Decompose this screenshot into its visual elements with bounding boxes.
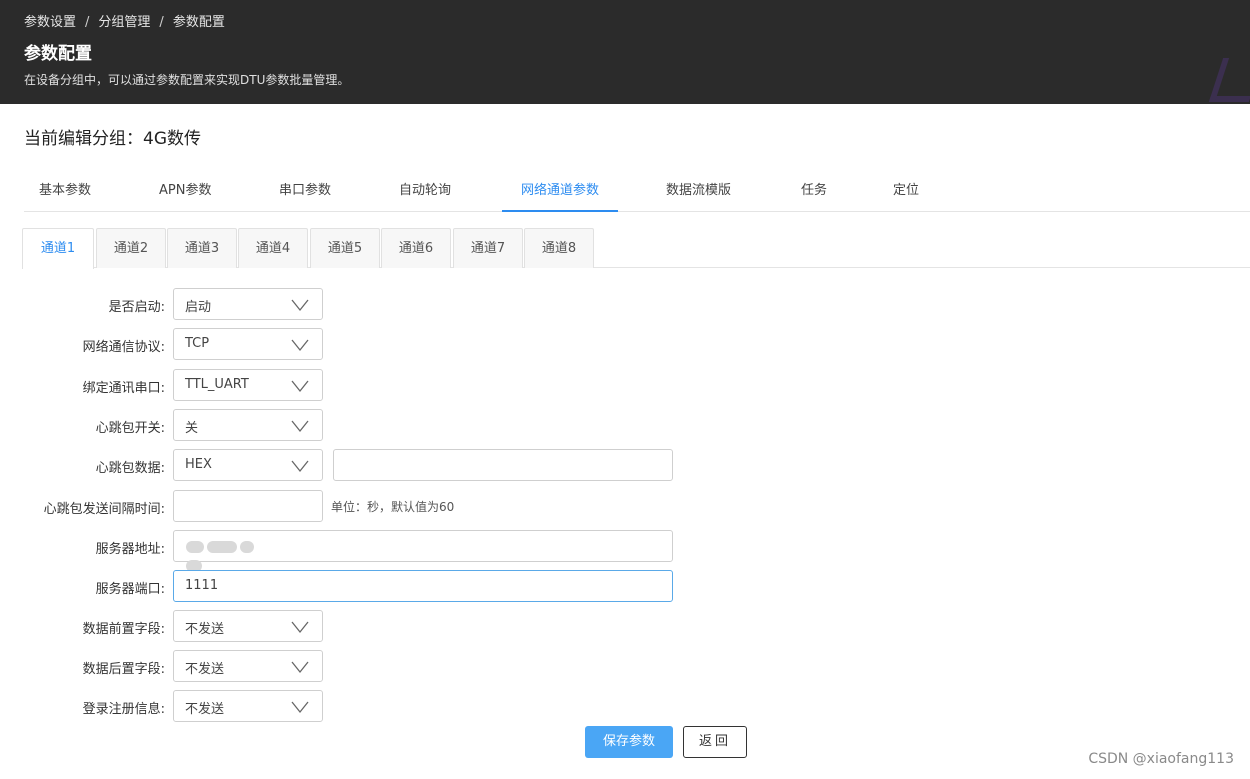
prefix-label: 数据前置字段: [82, 622, 165, 637]
enable-select[interactable]: 启动 [173, 288, 323, 320]
chevron-down-icon [291, 420, 309, 433]
prefix-select[interactable]: 不发送 [173, 610, 323, 642]
header-decoration [1208, 58, 1250, 102]
tab-channel-1[interactable]: 通道1 [22, 228, 94, 269]
save-params-button[interactable]: 保存参数 [585, 726, 673, 758]
tab-channel-5[interactable]: 通道5 [310, 228, 380, 268]
suffix-label: 数据后置字段: [82, 662, 165, 677]
watermark: CSDN @xiaofang113 [1088, 751, 1234, 767]
heartbeat-format-select[interactable]: HEX [173, 449, 323, 481]
heartbeat-data-input[interactable] [333, 449, 673, 481]
tab-serial[interactable]: 串口参数 [279, 172, 331, 212]
serial-label: 绑定通讯串口: [82, 381, 165, 396]
tab-channel-4[interactable]: 通道4 [238, 228, 308, 268]
tab-channel-6[interactable]: 通道6 [381, 228, 451, 268]
serial-select[interactable]: TTL_UART [173, 369, 323, 401]
serial-value: TTL_UART [185, 377, 249, 392]
heartbeat-switch-value: 关 [185, 421, 199, 436]
current-group-title: 当前编辑分组：4G数传 [24, 129, 201, 149]
back-button[interactable]: 返回 [683, 726, 747, 758]
login-value: 不发送 [185, 702, 225, 717]
login-label: 登录注册信息: [82, 702, 165, 717]
tab-tasks[interactable]: 任务 [801, 172, 827, 212]
tab-channel-2[interactable]: 通道2 [96, 228, 166, 268]
heartbeat-data-label: 心跳包数据: [95, 461, 165, 476]
chevron-down-icon [291, 380, 309, 393]
tab-apn[interactable]: APN参数 [159, 172, 211, 212]
login-select[interactable]: 不发送 [173, 690, 323, 722]
tab-dataflow-template[interactable]: 数据流模版 [666, 172, 731, 212]
chevron-down-icon [291, 621, 309, 634]
chevron-down-icon [291, 460, 309, 473]
tab-network-channel[interactable]: 网络通道参数 [502, 172, 618, 212]
breadcrumb: 参数设置 / 分组管理 / 参数配置 [24, 11, 225, 30]
tab-basic[interactable]: 基本参数 [39, 172, 91, 212]
channel-tabs: 通道1 通道2 通道3 通道4 通道5 通道6 通道7 通道8 [22, 228, 1250, 269]
server-port-label: 服务器端口: [95, 582, 165, 597]
prefix-value: 不发送 [185, 622, 225, 637]
server-port-input[interactable]: 1111 [173, 570, 673, 602]
tab-channel-7[interactable]: 通道7 [453, 228, 523, 268]
breadcrumb-item-config: 参数配置 [172, 15, 225, 30]
tab-channel-8[interactable]: 通道8 [524, 228, 594, 268]
tab-polling[interactable]: 自动轮询 [399, 172, 451, 212]
breadcrumb-separator: / [159, 15, 164, 30]
breadcrumb-item-settings[interactable]: 参数设置 [24, 15, 76, 30]
suffix-value: 不发送 [185, 662, 225, 677]
heartbeat-interval-input[interactable] [173, 490, 323, 522]
chevron-down-icon [291, 661, 309, 674]
breadcrumb-separator: / [85, 15, 90, 30]
chevron-down-icon [291, 299, 309, 312]
heartbeat-format-value: HEX [185, 457, 212, 472]
page-description: 在设备分组中，可以通过参数配置来实现DTU参数批量管理。 [24, 73, 350, 87]
protocol-select[interactable]: TCP [173, 328, 323, 360]
server-port-value: 1111 [185, 578, 219, 593]
tab-location[interactable]: 定位 [893, 172, 919, 212]
redacted-server-address [186, 538, 274, 572]
protocol-label: 网络通信协议: [82, 340, 165, 355]
protocol-value: TCP [185, 336, 210, 351]
heartbeat-interval-label: 心跳包发送间隔时间: [43, 502, 165, 517]
main-tabs: 基本参数 APN参数 串口参数 自动轮询 网络通道参数 数据流模版 任务 定位 [24, 172, 1250, 212]
breadcrumb-item-groups[interactable]: 分组管理 [98, 15, 150, 30]
chevron-down-icon [291, 701, 309, 714]
page-header: 参数设置 / 分组管理 / 参数配置 参数配置 在设备分组中，可以通过参数配置来实现DT… [0, 0, 1250, 104]
enable-label: 是否启动: [108, 300, 165, 315]
server-address-label: 服务器地址: [95, 542, 165, 557]
heartbeat-switch-select[interactable]: 关 [173, 409, 323, 441]
chevron-down-icon [291, 339, 309, 352]
page-title: 参数配置 [24, 44, 92, 64]
suffix-select[interactable]: 不发送 [173, 650, 323, 682]
tab-channel-3[interactable]: 通道3 [167, 228, 237, 268]
enable-value: 启动 [185, 300, 212, 315]
heartbeat-interval-hint: 单位：秒，默认值为60 [331, 500, 455, 514]
heartbeat-switch-label: 心跳包开关: [95, 421, 165, 436]
